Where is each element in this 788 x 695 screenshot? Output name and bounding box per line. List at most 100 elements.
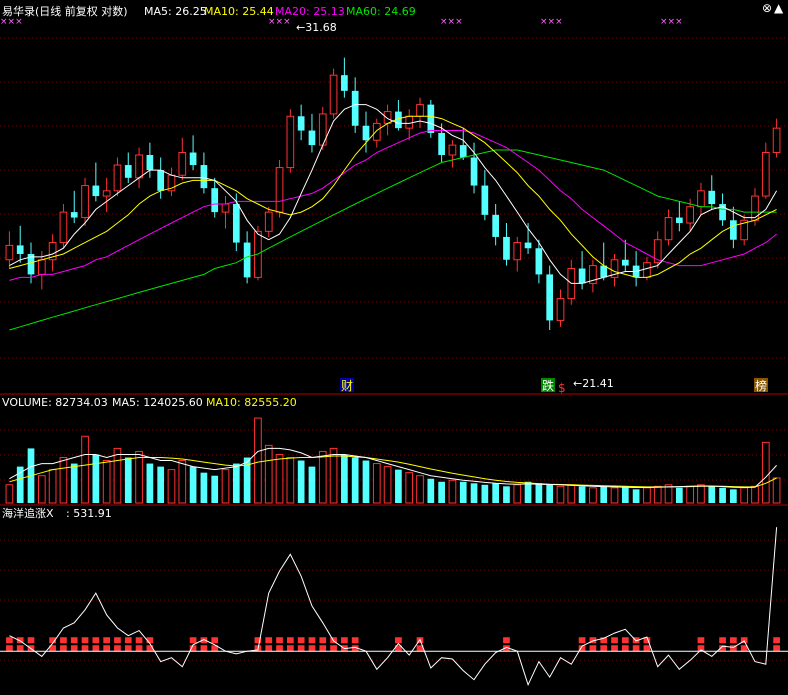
indicator-bar bbox=[27, 637, 35, 644]
volume-bar bbox=[719, 487, 726, 503]
candle-body bbox=[329, 74, 338, 115]
candle-body bbox=[351, 90, 359, 126]
price-candles[interactable] bbox=[5, 57, 781, 330]
volume-bar bbox=[211, 475, 219, 503]
candle-body bbox=[243, 242, 251, 278]
indicator-bar bbox=[135, 645, 143, 652]
volume-bar bbox=[146, 463, 154, 503]
indicator-layer[interactable] bbox=[0, 527, 788, 687]
indicator-bar bbox=[124, 637, 132, 644]
indicator-bar bbox=[632, 645, 640, 652]
indicator-bar bbox=[70, 645, 78, 652]
marker-finance[interactable]: 财 bbox=[341, 379, 353, 393]
volume-bar bbox=[254, 417, 262, 504]
candle-body bbox=[372, 122, 381, 141]
candle-body bbox=[405, 115, 414, 129]
indicator-bar bbox=[265, 637, 273, 644]
volume-bar bbox=[416, 475, 424, 504]
volume-ma5-value: MA5: 124025.60 bbox=[112, 396, 203, 409]
indicator-bar bbox=[211, 637, 219, 644]
top-mark-1: ××× bbox=[0, 17, 23, 27]
volume-bar bbox=[761, 441, 770, 504]
volume-bar bbox=[481, 484, 489, 503]
settings-icon[interactable]: ⊗ bbox=[762, 1, 772, 15]
marker-drop[interactable]: 跌 bbox=[542, 378, 554, 393]
volume-bar bbox=[221, 469, 230, 504]
volume-bar bbox=[535, 483, 543, 503]
candle-body bbox=[135, 154, 143, 179]
candle-body bbox=[124, 165, 132, 178]
volume-bar bbox=[621, 486, 629, 503]
candle-body bbox=[470, 157, 478, 186]
volume-bar bbox=[740, 487, 749, 504]
indicator-bar bbox=[395, 637, 402, 644]
candle-body bbox=[697, 190, 705, 208]
indicator-bar bbox=[265, 645, 273, 652]
volume-bars[interactable] bbox=[5, 417, 781, 504]
indicator-bar bbox=[81, 645, 89, 652]
volume-bar bbox=[610, 487, 619, 504]
volume-bar bbox=[362, 460, 370, 503]
top-mark-3: ××× bbox=[440, 17, 463, 27]
candle-body bbox=[297, 116, 305, 131]
volume-bar bbox=[351, 457, 359, 503]
marker-list[interactable]: 榜 bbox=[755, 378, 767, 393]
candle-body bbox=[772, 127, 781, 154]
indicator-bar bbox=[330, 645, 337, 652]
indicator-bar bbox=[503, 637, 510, 644]
volume-bar bbox=[664, 484, 673, 504]
candle-body bbox=[5, 244, 14, 261]
volume-bar bbox=[308, 466, 316, 503]
indicator-bar bbox=[319, 645, 327, 652]
candle-body bbox=[513, 242, 522, 261]
volume-bar bbox=[297, 460, 305, 503]
volume-ma5-line bbox=[9, 447, 777, 489]
volume-bar bbox=[124, 457, 132, 503]
volume-bar bbox=[772, 477, 781, 504]
volume-bar bbox=[632, 489, 640, 503]
volume-bar bbox=[546, 484, 554, 503]
collapse-icon[interactable]: ▲ bbox=[774, 1, 784, 15]
candle-body bbox=[730, 220, 737, 240]
volume-bar bbox=[600, 486, 608, 503]
volume-bar bbox=[178, 460, 187, 504]
candle-body bbox=[524, 242, 532, 249]
indicator-bar bbox=[189, 637, 197, 644]
ma60-value: MA60: 24.69 bbox=[346, 5, 416, 18]
volume-bar bbox=[567, 484, 576, 504]
chart-canvas[interactable]: 易华录(日线 前复权 对数) MA5: 26.25 MA10: 25.44 MA… bbox=[0, 0, 788, 695]
volume-bar bbox=[232, 463, 240, 503]
volume-bar bbox=[81, 435, 89, 504]
candle-body bbox=[535, 248, 543, 275]
indicator-bar bbox=[297, 637, 305, 644]
candle-body bbox=[341, 75, 348, 91]
indicator-bar bbox=[92, 637, 100, 644]
candle-body bbox=[383, 111, 392, 124]
volume-bar bbox=[37, 475, 46, 504]
volume-bar bbox=[653, 485, 662, 504]
indicator-bar bbox=[773, 645, 780, 652]
volume-bar bbox=[589, 487, 597, 504]
volume-bar bbox=[113, 447, 122, 504]
indicator-bar bbox=[114, 637, 121, 644]
candle-body bbox=[264, 211, 273, 232]
indicator-name: 海洋追涨X bbox=[2, 506, 54, 520]
indicator-bar bbox=[276, 637, 283, 644]
candle-body bbox=[113, 164, 122, 192]
ma5-value: MA5: 26.25 bbox=[144, 5, 207, 18]
indicator-line bbox=[9, 527, 778, 687]
candle-body bbox=[59, 211, 68, 244]
indicator-bar bbox=[16, 645, 24, 652]
volume-bar bbox=[730, 489, 737, 503]
indicator-bar bbox=[286, 637, 294, 644]
indicator-bar bbox=[114, 645, 121, 652]
candle-body bbox=[675, 217, 683, 224]
candle-body bbox=[427, 104, 435, 133]
indicator-bar bbox=[60, 645, 67, 652]
marker-dollar[interactable]: $ bbox=[558, 381, 566, 395]
volume-bar bbox=[513, 484, 522, 504]
candle-body bbox=[708, 190, 716, 205]
volume-bar bbox=[751, 485, 759, 504]
candle-body bbox=[621, 259, 629, 266]
volume-bar bbox=[448, 479, 457, 504]
